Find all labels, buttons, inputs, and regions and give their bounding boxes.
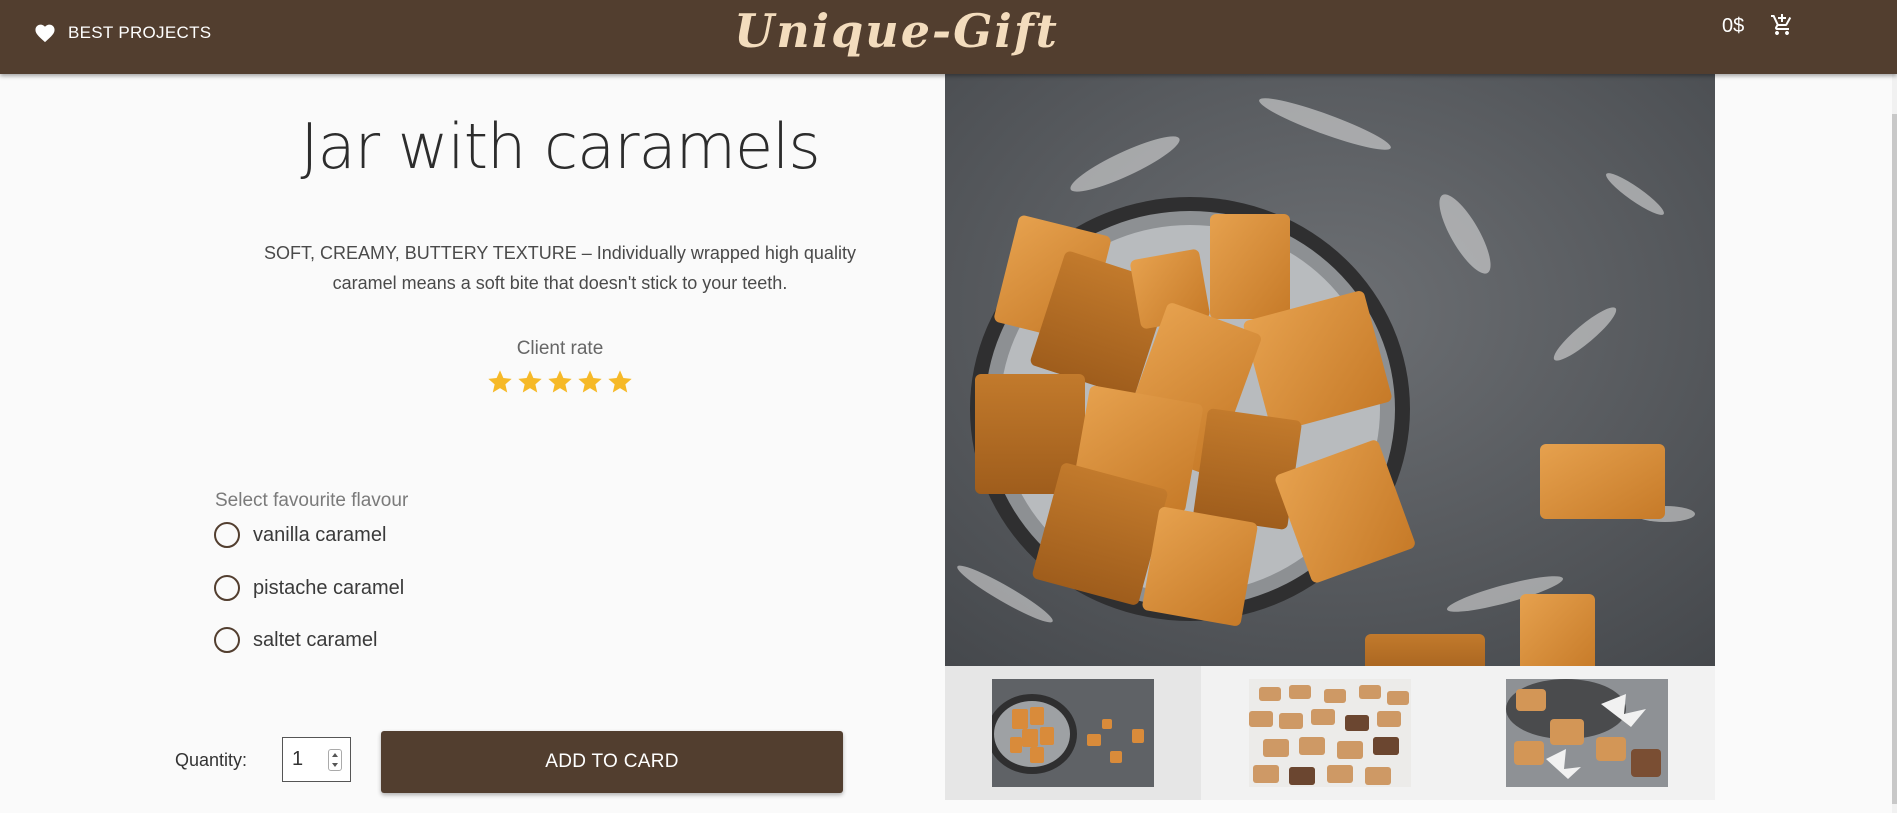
scrollbar-thumb[interactable]	[1892, 114, 1897, 804]
product-description: SOFT, CREAMY, BUTTERY TEXTURE – Individu…	[264, 243, 856, 293]
star-icon	[548, 370, 572, 393]
quantity-stepper[interactable]: 1	[282, 737, 351, 782]
quantity-value: 1	[292, 748, 304, 770]
flavour-option-label: vanilla caramel	[253, 523, 387, 546]
page-scrollbar[interactable]	[1892, 74, 1897, 813]
add-to-cart-button[interactable]: ADD TO CARD	[381, 731, 843, 793]
thumbnail-cell-2	[1202, 666, 1458, 800]
thumbnail-cell-1	[945, 666, 1201, 800]
cart-add-icon	[1771, 14, 1792, 35]
thumbnail-strip	[945, 666, 1715, 800]
stepper-up-icon[interactable]	[332, 753, 338, 757]
radio-button[interactable]	[214, 627, 240, 653]
star-icon	[578, 370, 602, 393]
flavour-option-pistache[interactable]: pistache caramel	[214, 575, 404, 601]
thumbnail-1[interactable]	[992, 679, 1154, 787]
flavour-option-label: saltet caramel	[253, 628, 378, 651]
product-title: Jar with caramels	[300, 110, 820, 183]
quantity-label: Quantity:	[175, 750, 248, 770]
flavour-label: Select favourite flavour	[215, 490, 409, 511]
rating-label: Client rate	[516, 338, 604, 359]
radio-button[interactable]	[214, 522, 240, 548]
stepper-down-icon[interactable]	[332, 763, 338, 767]
thumbnail-2[interactable]	[1249, 679, 1411, 787]
cart-button[interactable]	[1770, 13, 1794, 42]
site-logo[interactable]: Unique-Gift	[0, 4, 1897, 58]
flavour-option-vanilla[interactable]: vanilla caramel	[214, 522, 386, 548]
star-icon	[488, 370, 512, 393]
product-main-image	[945, 74, 1715, 666]
flavour-option-salted[interactable]: saltet caramel	[214, 627, 378, 653]
cart-total: 0$	[1722, 15, 1745, 37]
thumbnail-3[interactable]	[1506, 679, 1668, 787]
radio-button[interactable]	[214, 575, 240, 601]
star-icon	[608, 370, 632, 393]
star-rating	[460, 368, 660, 396]
thumbnail-cell-3	[1459, 666, 1715, 800]
stepper-arrows[interactable]	[328, 749, 342, 771]
star-icon	[518, 370, 542, 393]
top-header: BEST PROJECTS Unique-Gift 0$	[0, 0, 1897, 74]
flavour-option-label: pistache caramel	[253, 576, 405, 599]
